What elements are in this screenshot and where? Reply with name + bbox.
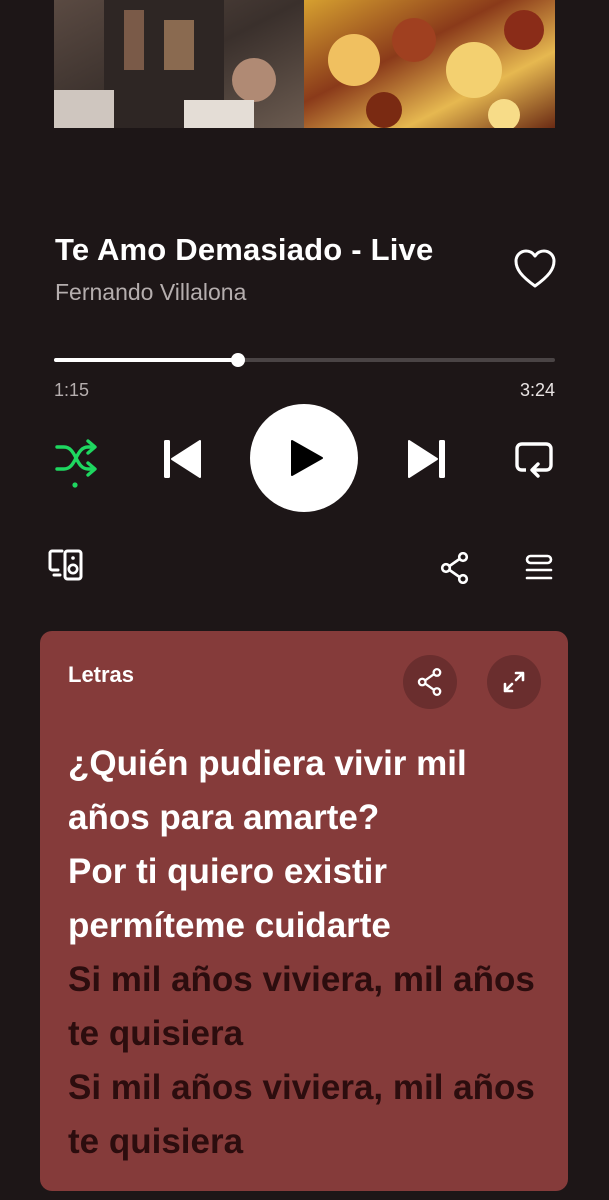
lyric-line[interactable]: Si mil años viviera, mil años — [68, 953, 558, 1007]
repeat-icon — [515, 442, 553, 478]
shuffle-button[interactable] — [54, 438, 98, 495]
shuffle-icon — [55, 439, 97, 488]
connect-devices-icon — [48, 549, 83, 581]
queue-icon — [525, 554, 553, 580]
track-artist[interactable]: Fernando Villalona — [55, 279, 246, 306]
play-button[interactable] — [250, 404, 358, 512]
next-button[interactable] — [406, 438, 448, 485]
previous-button[interactable] — [161, 438, 203, 485]
lyric-line[interactable]: años para amarte? — [68, 791, 558, 845]
repeat-button[interactable] — [514, 440, 554, 483]
lyrics-expand-button[interactable] — [487, 655, 541, 709]
lyric-line[interactable]: Si mil años viviera, mil años — [68, 1061, 558, 1115]
lyric-line[interactable]: ¿Quién pudiera vivir mil — [68, 737, 558, 791]
lyric-line[interactable]: te quisiera — [68, 1007, 558, 1061]
album-art — [54, 0, 555, 128]
total-duration: 3:24 — [519, 380, 555, 400]
skip-next-icon — [408, 440, 445, 478]
lyric-line[interactable]: permíteme cuidarte — [68, 899, 558, 953]
track-title: Te Amo Demasiado - Live — [55, 232, 434, 267]
progress-fill — [54, 358, 238, 362]
heart-icon — [514, 249, 556, 288]
lyrics-lines: ¿Quién pudiera vivir mil años para amarte… — [68, 737, 558, 1169]
like-button[interactable] — [513, 249, 557, 289]
share-icon — [440, 551, 469, 585]
lyrics-label: Letras — [68, 662, 135, 687]
progress-handle[interactable] — [230, 353, 245, 367]
progress-bar[interactable] — [54, 353, 555, 367]
lyrics-share-button[interactable] — [403, 655, 457, 709]
share-icon — [417, 668, 442, 696]
elapsed-time: 1:15 — [54, 380, 90, 400]
play-icon — [291, 440, 323, 476]
share-button[interactable] — [440, 551, 470, 589]
connect-devices-button[interactable] — [48, 548, 84, 587]
lyric-line[interactable]: te quisiera — [68, 1115, 558, 1169]
lyrics-card[interactable]: Letras ¿Quién pudiera vivir mil años para… — [40, 631, 568, 1191]
expand-icon — [503, 671, 525, 693]
skip-previous-icon — [164, 440, 201, 478]
lyric-line[interactable]: Por ti quiero existir — [68, 845, 558, 899]
queue-button[interactable] — [525, 554, 553, 587]
